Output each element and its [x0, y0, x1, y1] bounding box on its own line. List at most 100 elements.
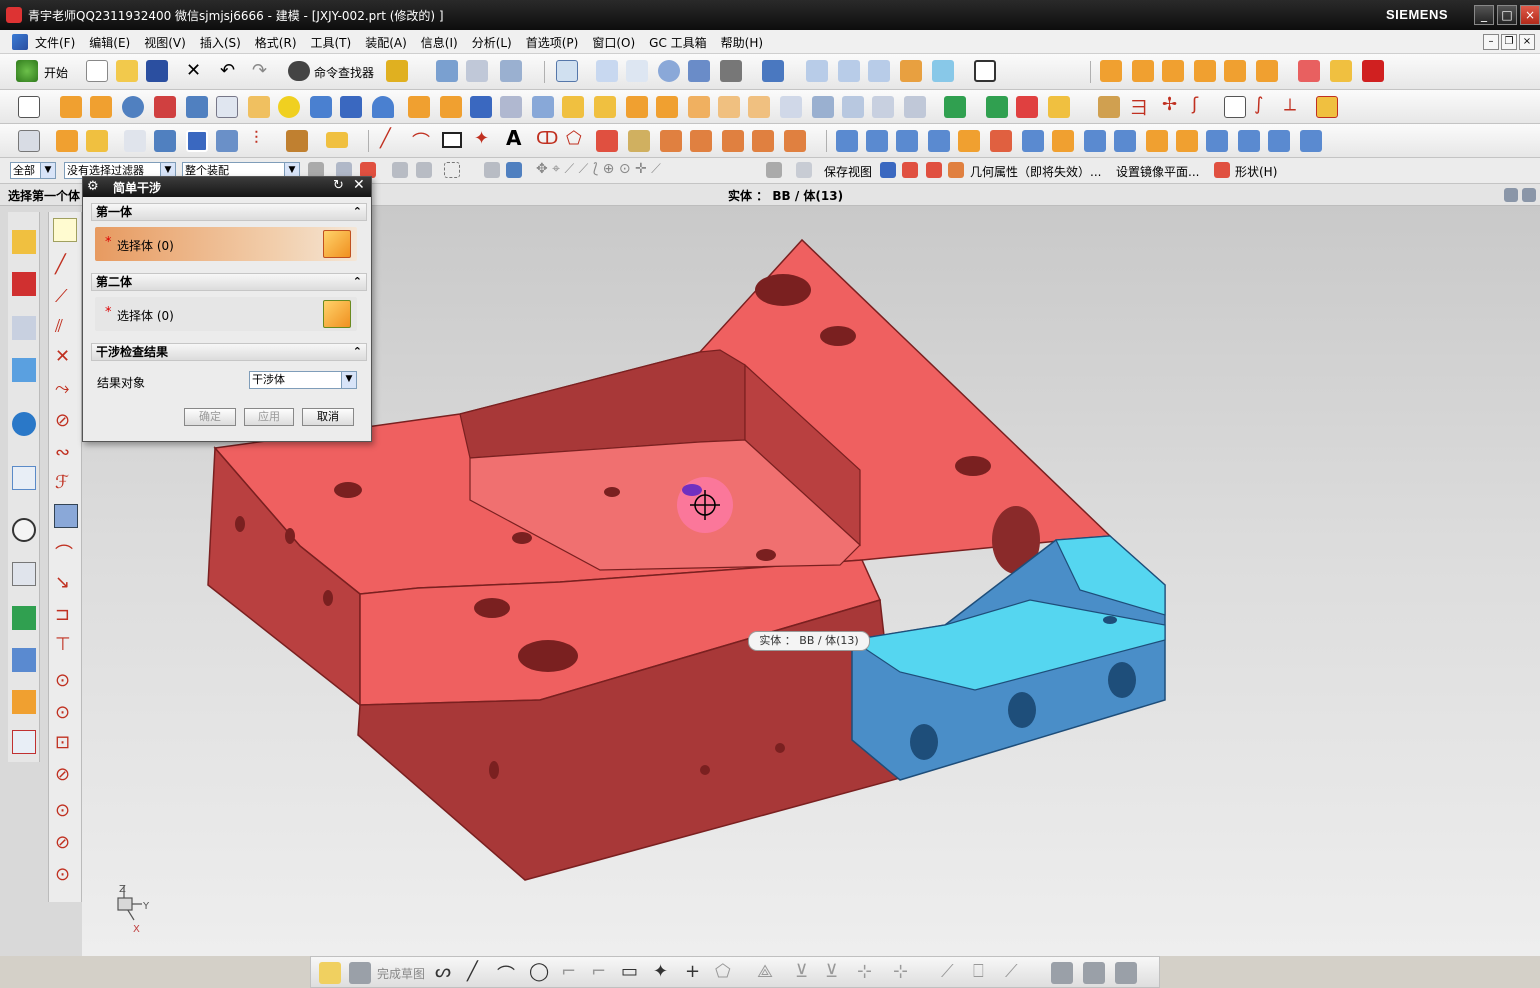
thicken-icon[interactable] [812, 96, 834, 118]
geom-props-icon[interactable] [926, 162, 942, 178]
chamfer-icon[interactable] [718, 96, 740, 118]
set-mirror-plane-button[interactable]: 设置镜像平面... [1116, 163, 1199, 180]
polygon-tool-icon[interactable]: ⬠ [715, 961, 731, 982]
body-cube-icon[interactable] [323, 300, 351, 328]
new-file-icon[interactable] [86, 60, 108, 82]
arc-tool-icon[interactable]: ⌒ [497, 961, 515, 987]
web-browser-icon[interactable] [12, 466, 36, 490]
roles-icon[interactable] [12, 690, 36, 714]
line-tool-icon[interactable]: ╱ [467, 961, 478, 982]
surface-7-icon[interactable] [1022, 130, 1044, 152]
surface-6-icon[interactable] [990, 130, 1012, 152]
sketch-circle-5-icon[interactable]: ⊙ [55, 800, 70, 821]
delete-face-icon[interactable] [904, 96, 926, 118]
bounded-plane-icon[interactable] [784, 130, 806, 152]
convert-reference-icon[interactable] [1115, 962, 1137, 984]
display-constraint-icon[interactable]: ⎕ [973, 961, 984, 982]
select-first-body[interactable]: * 选择体 (0) [95, 227, 357, 261]
finish-sketch-icon[interactable] [349, 962, 371, 984]
sketch-profile-icon[interactable] [53, 218, 77, 242]
cancel-button[interactable]: 取消 [302, 408, 354, 426]
cube-icon[interactable] [340, 96, 362, 118]
save-view-icon[interactable] [880, 162, 896, 178]
assembly-array-icon[interactable] [1162, 60, 1184, 82]
sketch-line-icon[interactable]: ╱ [55, 254, 66, 275]
reuse-library-icon[interactable] [12, 358, 36, 382]
assembly-constraint-icon[interactable] [1256, 60, 1278, 82]
alternate-solution-icon[interactable] [1083, 962, 1105, 984]
surface-3-icon[interactable] [896, 130, 918, 152]
split-body-icon[interactable] [656, 96, 678, 118]
nx-menu-icon[interactable] [12, 34, 28, 50]
wave-icon[interactable] [1330, 60, 1352, 82]
info-icon[interactable] [12, 412, 36, 436]
swept-icon[interactable] [752, 130, 774, 152]
rectangle-select-icon[interactable] [444, 162, 460, 178]
shape-menu[interactable]: 形状(H) [1235, 163, 1277, 180]
assembly-add-icon[interactable] [1100, 60, 1122, 82]
command-finder-icon[interactable] [288, 61, 310, 81]
maximize-button[interactable]: □ [1497, 5, 1517, 25]
finish-sketch-button[interactable]: 完成草图 [377, 965, 425, 982]
sketch-arc-icon[interactable]: ⟋ [55, 286, 68, 307]
layer-icon[interactable] [500, 60, 522, 82]
group-results[interactable]: 干涉检查结果 ⌃ [91, 343, 367, 361]
boss-icon[interactable] [248, 96, 270, 118]
constraint-navigator-icon[interactable] [12, 272, 36, 296]
background-icon[interactable] [974, 60, 996, 82]
sketch-circle-4-icon[interactable]: ⊘ [55, 764, 70, 785]
extend-tool-icon[interactable]: ⊻ [825, 961, 838, 982]
process-studio-icon[interactable] [12, 606, 36, 630]
section-icon[interactable] [900, 60, 922, 82]
offset-tool-icon[interactable]: ⊹ [857, 961, 872, 982]
reset-icon[interactable]: ↻ [333, 178, 344, 193]
feature-icon[interactable] [436, 60, 458, 82]
surface-13-icon[interactable] [1206, 130, 1228, 152]
group-first-body[interactable]: 第一体 ⌃ [91, 203, 367, 221]
doc-restore-icon[interactable]: ❐ [1501, 34, 1517, 50]
palette-icon[interactable] [12, 730, 36, 754]
rectangle-tool-icon[interactable]: ▭ [621, 961, 638, 982]
spline-icon[interactable] [628, 130, 650, 152]
open-folder-icon[interactable] [116, 60, 138, 82]
sync-delete-icon[interactable] [1016, 96, 1038, 118]
select-second-body[interactable]: * 选择体 (0) [95, 297, 357, 331]
cone-icon[interactable] [372, 96, 394, 118]
rectangle-icon[interactable] [442, 132, 462, 148]
view-top-icon[interactable] [838, 60, 860, 82]
offset-curve-icon[interactable] [1224, 96, 1246, 118]
snap-intersect-icon[interactable] [416, 162, 432, 178]
surface-12-icon[interactable] [1176, 130, 1198, 152]
through-curves-icon[interactable] [690, 130, 712, 152]
manufacturing-wizard-icon[interactable] [12, 648, 36, 672]
sketch-task-icon[interactable] [319, 962, 341, 984]
assembly-new-icon[interactable] [1132, 60, 1154, 82]
save-icon[interactable] [146, 60, 168, 82]
dimension-tool-icon[interactable]: ⊹ [893, 961, 908, 982]
dimension-icon[interactable] [216, 130, 238, 152]
surface-2-icon[interactable] [866, 130, 888, 152]
type-filter-combo[interactable]: 全部 ▼ [10, 162, 56, 179]
circle-tool-icon[interactable]: ◯ [529, 961, 549, 982]
part-navigator-icon[interactable] [18, 130, 40, 152]
replace-face-icon[interactable] [872, 96, 894, 118]
surface-10-icon[interactable] [1114, 130, 1136, 152]
measure-icon[interactable] [56, 130, 78, 152]
trim-tool-icon[interactable]: ⊻ [795, 961, 808, 982]
curve-icon[interactable] [1098, 96, 1120, 118]
sync-pull-icon[interactable] [986, 96, 1008, 118]
sketch-fillet-icon[interactable]: ⤳ [55, 378, 69, 399]
assembly-sequence-icon[interactable] [1362, 60, 1384, 82]
apply-button[interactable]: 应用 [244, 408, 294, 426]
surface-9-icon[interactable] [1084, 130, 1106, 152]
menu-information[interactable]: 信息(I) [421, 34, 458, 51]
grid-icon[interactable] [796, 162, 812, 178]
text-icon[interactable]: A [506, 126, 521, 150]
sketch-trim-icon[interactable]: ⊐ [55, 604, 70, 625]
project-curve-icon[interactable]: ∫ [1254, 94, 1263, 115]
sketch-extend-icon[interactable]: ⊤ [55, 634, 71, 655]
bridge-curve-icon[interactable]: ʃ [1192, 94, 1198, 115]
sketch-parallel-icon[interactable]: ⫽ [55, 316, 63, 337]
helix-icon[interactable]: ↀ [536, 128, 558, 149]
surface-16-icon[interactable] [1300, 130, 1322, 152]
